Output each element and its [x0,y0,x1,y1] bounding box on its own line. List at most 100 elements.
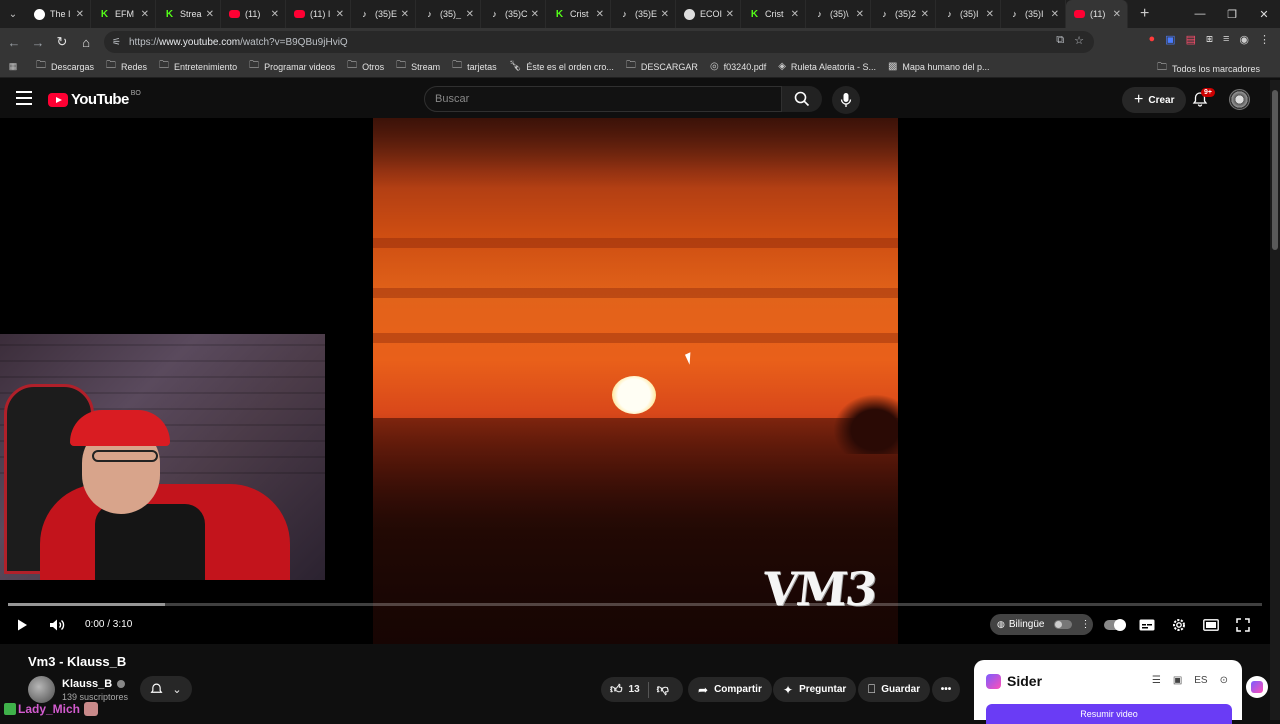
close-tab-icon[interactable]: ✕ [1051,9,1059,20]
forward-arrow-icon[interactable]: → [26,35,50,50]
close-tab-icon[interactable]: ✕ [596,9,604,20]
browser-tab[interactable]: K Strea ✕ [156,0,221,28]
bilingual-switch[interactable] [1054,620,1073,629]
close-tab-icon[interactable]: ✕ [76,9,84,20]
progress-bar[interactable] [8,603,1262,606]
close-tab-icon[interactable]: ✕ [726,9,734,20]
create-button[interactable]: + Crear [1122,87,1187,113]
ask-button[interactable]: ✦ Preguntar [773,677,857,702]
bookmark-item[interactable]: 🗀 Otros [347,58,384,75]
close-tab-icon[interactable]: ✕ [401,9,409,20]
browser-tab[interactable]: (11) I ✕ [286,0,351,28]
bookmark-item[interactable]: 🗀 Programar videos [249,58,335,75]
media-control-icon[interactable]: ≡ [1223,33,1229,46]
bookmark-item[interactable]: 🗀 Redes [106,58,147,75]
account-avatar[interactable] [1229,89,1250,110]
browser-tab[interactable]: ECOI ✕ [676,0,741,28]
like-button[interactable]: 👍︎ 13 [601,682,640,697]
bookmark-item[interactable]: 🗀 Descargas [36,58,94,75]
new-tab-plus-icon[interactable]: + [1140,5,1149,23]
scrollbar-thumb[interactable] [1272,90,1278,250]
browser-tab[interactable]: K Crist ✕ [741,0,806,28]
all-bookmarks-folder[interactable]: 🗀 Todos los marcadores [1157,60,1260,77]
close-tab-icon[interactable]: ✕ [921,9,929,20]
play-button[interactable] [12,614,32,636]
browser-menu-icon[interactable]: ⋮ [1259,33,1270,46]
close-window-icon[interactable]: ✕ [1248,8,1280,21]
bookmark-item[interactable]: ▩ Mapa humano del p... [888,58,990,75]
video-player[interactable] [0,118,1270,644]
subtitles-icon[interactable]: ▣ [1173,675,1182,686]
settings-button[interactable] [1170,614,1188,636]
browser-tab[interactable]: K EFM ✕ [91,0,156,28]
browser-tab[interactable]: ♪ (35)\ ✕ [806,0,871,28]
voice-search-button[interactable] [832,86,860,114]
theater-mode-button[interactable] [1202,614,1220,636]
tab-search-chevron-icon[interactable]: ⌄ [0,0,26,28]
back-arrow-icon[interactable]: ← [2,35,26,50]
browser-tab[interactable]: K Crist ✕ [546,0,611,28]
install-app-icon[interactable]: ⧉ [1056,34,1064,47]
minimize-icon[interactable]: — [1184,8,1216,20]
channel-name[interactable]: Klauss_B [62,678,126,690]
profile-avatar-icon[interactable]: ◉ [1239,33,1249,46]
page-scrollbar[interactable] [1270,80,1280,720]
translate-extension-icon[interactable]: ▣ [1165,33,1175,46]
browser-tab[interactable]: The I ✕ [26,0,91,28]
close-tab-icon[interactable]: ✕ [1113,9,1121,20]
browser-tab[interactable]: ♪ (35)C ✕ [481,0,546,28]
close-tab-icon[interactable]: ✕ [791,9,799,20]
share-button[interactable]: ➦ Compartir [688,677,772,702]
close-tab-icon[interactable]: ✕ [986,9,994,20]
language-label[interactable]: ES [1194,675,1207,686]
menu-hamburger-icon[interactable] [16,91,32,105]
bookmark-item[interactable]: ◎ f03240.pdf [710,58,766,75]
bookmark-item[interactable]: 🗀 Stream [396,58,440,75]
extension-red-icon[interactable]: ● [1149,33,1156,46]
close-tab-icon[interactable]: ✕ [336,9,344,20]
close-tab-icon[interactable]: ✕ [661,9,669,20]
save-button[interactable]: ⎕ Guardar [858,677,931,702]
bookmark-star-icon[interactable]: ☆ [1074,34,1084,47]
bookmark-item[interactable]: 🗀 Entretenimiento [159,58,237,75]
close-tab-icon[interactable]: ✕ [856,9,864,20]
apps-grid-icon[interactable]: ▦ [0,61,26,72]
restore-icon[interactable]: ❐ [1216,8,1248,21]
browser-tab[interactable]: ♪ (35)_ ✕ [416,0,481,28]
browser-tab[interactable]: (11) ✕ [1066,0,1128,28]
subscription-notifications-button[interactable]: ⌄ [140,676,192,702]
close-tab-icon[interactable]: ✕ [206,9,214,20]
list-icon[interactable]: ☰ [1152,675,1161,686]
browser-tab[interactable]: ♪ (35)I ✕ [1001,0,1066,28]
close-tab-icon[interactable]: ✕ [466,9,474,20]
close-tab-icon[interactable]: ✕ [531,9,539,20]
browser-tab[interactable]: ♪ (35)E ✕ [351,0,416,28]
fullscreen-button[interactable] [1234,614,1252,636]
search-input[interactable]: Buscar [424,86,782,112]
browser-tab[interactable]: ♪ (35)I ✕ [936,0,1001,28]
browser-tab[interactable]: ♪ (35)2 ✕ [871,0,936,28]
subtitles-button[interactable] [1138,614,1156,636]
more-vertical-icon[interactable]: ⋮ [1080,619,1090,630]
search-button[interactable] [782,86,822,112]
bookmark-item[interactable]: 🗀 tarjetas [452,58,497,75]
url-bar[interactable]: ⚟ https://www.youtube.com/watch?v=B9QBu9… [104,31,1094,53]
close-tab-icon[interactable]: ✕ [141,9,149,20]
settings-icon[interactable]: ⊙ [1220,675,1228,686]
site-info-icon[interactable]: ⚟ [112,37,121,48]
home-icon[interactable]: ⌂ [74,35,98,50]
more-actions-button[interactable]: ••• [932,677,960,702]
volume-button[interactable] [46,614,68,636]
dislike-button[interactable]: 👎︎ [657,682,669,697]
sider-floating-button[interactable] [1246,676,1268,698]
channel-avatar[interactable] [28,676,55,703]
bookmark-item[interactable]: 🍾︎ Éste es el orden cro... [509,58,614,75]
autoplay-toggle[interactable] [1104,619,1126,631]
summarize-video-button[interactable]: Resumir video [986,704,1232,724]
reload-icon[interactable]: ↻ [50,34,74,50]
youtube-logo[interactable]: YouTube BO [48,90,141,108]
extensions-puzzle-icon[interactable]: ⧆ [1206,33,1213,46]
browser-tab[interactable]: ♪ (35)E ✕ [611,0,676,28]
close-tab-icon[interactable]: ✕ [271,9,279,20]
bookmark-item[interactable]: ◈ Ruleta Aleatoria - S... [778,58,876,75]
